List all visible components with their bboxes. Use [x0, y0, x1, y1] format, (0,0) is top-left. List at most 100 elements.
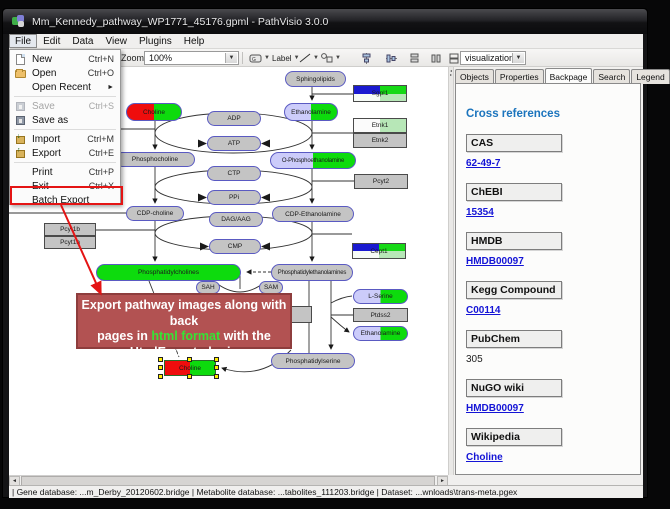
menu-help[interactable]: Help	[178, 34, 211, 48]
stack-vertical-icon	[409, 53, 420, 64]
node-ethanolamine-top[interactable]: Ethanolamine	[284, 103, 338, 121]
file-menu-item-save-as[interactable]: Save as	[10, 113, 120, 127]
xref-value: 305	[466, 354, 483, 365]
file-menu-item-print[interactable]: Print Ctrl+P	[10, 165, 120, 179]
node-ppi[interactable]: PPi	[207, 190, 261, 205]
node-atp[interactable]: ATP	[207, 136, 261, 151]
xref-link[interactable]: HMDB00097	[466, 256, 524, 267]
datanode-tool-button[interactable]: G ▼	[247, 51, 272, 65]
file-menu-item-import[interactable]: ↓ Import Ctrl+M	[10, 132, 120, 146]
chevron-down-icon[interactable]: ▼	[512, 53, 524, 63]
menu-edit[interactable]: Edit	[37, 34, 66, 48]
xref-section-wikipedia: Wikipedia Choline	[466, 427, 640, 463]
node-etnk1[interactable]: Etnk1	[353, 118, 407, 133]
file-menu-dropdown: New Ctrl+N Open Ctrl+O Open Recent ► Sav…	[9, 49, 121, 205]
zoom-label: Zoom:	[121, 53, 147, 63]
xref-link[interactable]: C00114	[466, 305, 500, 316]
node-phosphatidylserine[interactable]: Phosphatidylserine	[271, 353, 355, 369]
node-sgpl1[interactable]: Sgpl1	[353, 85, 407, 102]
file-menu-item-open-recent[interactable]: Open Recent ►	[10, 80, 120, 94]
xref-link[interactable]: Choline	[466, 452, 503, 463]
common-size-button[interactable]	[447, 51, 461, 65]
node-sphingolipids[interactable]: Sphingolipids	[285, 71, 346, 87]
save-as-disk-icon	[15, 115, 26, 126]
stack-vertical-button[interactable]	[407, 51, 422, 65]
tab-properties[interactable]: Properties	[495, 69, 544, 84]
open-folder-icon	[15, 68, 26, 79]
tab-legend[interactable]: Legend	[631, 69, 669, 84]
visualization-combobox[interactable]: visualization ▼	[460, 51, 526, 65]
node-cdp-ethanolamine[interactable]: CDP-Ethanolamine	[272, 206, 354, 222]
menu-data[interactable]: Data	[66, 34, 99, 48]
node-phosphatidylethanolamines[interactable]: Phosphatidylethanolamines	[271, 264, 353, 281]
menu-file[interactable]: File	[9, 34, 37, 48]
node-o-phosphoethanolamine[interactable]: O-Phosphoethanolamine	[270, 152, 356, 169]
node-ptdss2[interactable]: Ptdss2	[353, 308, 408, 322]
selection-handle[interactable]	[158, 365, 163, 370]
node-pcyt1b[interactable]: Pcyt1b	[44, 223, 96, 236]
selection-handle[interactable]	[187, 374, 192, 379]
xref-header: Wikipedia	[466, 428, 562, 446]
node-ctp[interactable]: CTP	[207, 166, 261, 181]
node-cept1[interactable]: Cept1	[352, 243, 406, 259]
stack-horizontal-icon	[431, 53, 442, 64]
common-size-icon	[449, 53, 459, 64]
xref-header: HMDB	[466, 232, 562, 250]
backpage-content: Cross references CAS 62-49-7 ChEBI 15354…	[455, 83, 641, 475]
tab-backpage[interactable]: Backpage	[545, 68, 593, 83]
node-etnk2[interactable]: Etnk2	[353, 133, 407, 148]
node-choline-top[interactable]: Choline	[126, 103, 182, 121]
xref-link[interactable]: 15354	[466, 207, 494, 218]
node-phosphocholine[interactable]: Phosphocholine	[115, 152, 195, 167]
file-menu-item-new[interactable]: New Ctrl+N	[10, 52, 120, 66]
line-tool-button[interactable]: ▼	[297, 51, 321, 65]
line-tool-icon	[299, 53, 311, 63]
xref-header: Kegg Compound	[466, 281, 562, 299]
node-l-serine[interactable]: L-Serine	[353, 289, 408, 304]
selection-handle[interactable]	[214, 365, 219, 370]
submenu-arrow-icon: ►	[107, 84, 114, 91]
cross-references-title: Cross references	[466, 108, 640, 120]
align-center-y-button[interactable]	[384, 51, 399, 65]
xref-section-cas: CAS 62-49-7	[466, 133, 640, 169]
save-disk-icon	[15, 101, 26, 112]
canvas-horizontal-scrollbar[interactable]: ◄ ►	[9, 475, 448, 485]
file-menu-item-export[interactable]: ↑ Export Ctrl+E	[10, 146, 120, 160]
tab-objects[interactable]: Objects	[455, 69, 494, 84]
node-ethanolamine-bottom[interactable]: Ethanolamine	[353, 326, 408, 341]
xref-header: NuGO wiki	[466, 379, 562, 397]
datanode-tool-icon: G	[249, 53, 262, 63]
stack-horizontal-button[interactable]	[429, 51, 444, 65]
node-cmp[interactable]: CMP	[209, 239, 261, 254]
selection-handle[interactable]	[214, 374, 219, 379]
xref-header: ChEBI	[466, 183, 562, 201]
node-dag-aag[interactable]: DAG/AAG	[209, 212, 263, 227]
shape-tool-button[interactable]: ▼	[319, 51, 343, 65]
xref-section-hmdb: HMDB HMDB00097	[466, 231, 640, 267]
align-center-x-button[interactable]	[359, 51, 374, 65]
xref-link[interactable]: HMDB00097	[466, 403, 524, 414]
menu-bar: File Edit Data View Plugins Help	[9, 34, 643, 49]
new-page-icon	[15, 54, 26, 65]
node-adp[interactable]: ADP	[207, 111, 261, 126]
splitter-collapse-icon[interactable]: ◂▸	[449, 69, 453, 77]
file-menu-item-open[interactable]: Open Ctrl+O	[10, 66, 120, 80]
chevron-down-icon[interactable]: ▼	[225, 53, 237, 63]
selection-handle[interactable]	[158, 374, 163, 379]
zoom-combobox[interactable]: 100% ▼	[144, 51, 239, 65]
xref-link[interactable]: 62-49-7	[466, 158, 500, 169]
status-text: | Gene database: ...m_Derby_20120602.bri…	[9, 487, 517, 497]
node-cdp-choline[interactable]: CDP-choline	[126, 206, 184, 221]
menu-view[interactable]: View	[99, 34, 133, 48]
xref-section-kegg: Kegg Compound C00114	[466, 280, 640, 316]
node-pcyt2[interactable]: Pcyt2	[354, 174, 408, 189]
node-pcyt1a[interactable]: Pcyt1a	[44, 236, 96, 249]
shape-tool-icon	[321, 53, 333, 63]
status-bar: | Gene database: ...m_Derby_20120602.bri…	[9, 485, 643, 498]
menu-separator	[14, 162, 116, 163]
menu-plugins[interactable]: Plugins	[133, 34, 178, 48]
tab-search[interactable]: Search	[593, 69, 630, 84]
annotation-highlight: html format	[151, 329, 220, 343]
xref-section-pubchem: PubChem 305	[466, 329, 640, 365]
node-phosphatidylcholines[interactable]: Phosphatidylcholines	[96, 264, 241, 281]
